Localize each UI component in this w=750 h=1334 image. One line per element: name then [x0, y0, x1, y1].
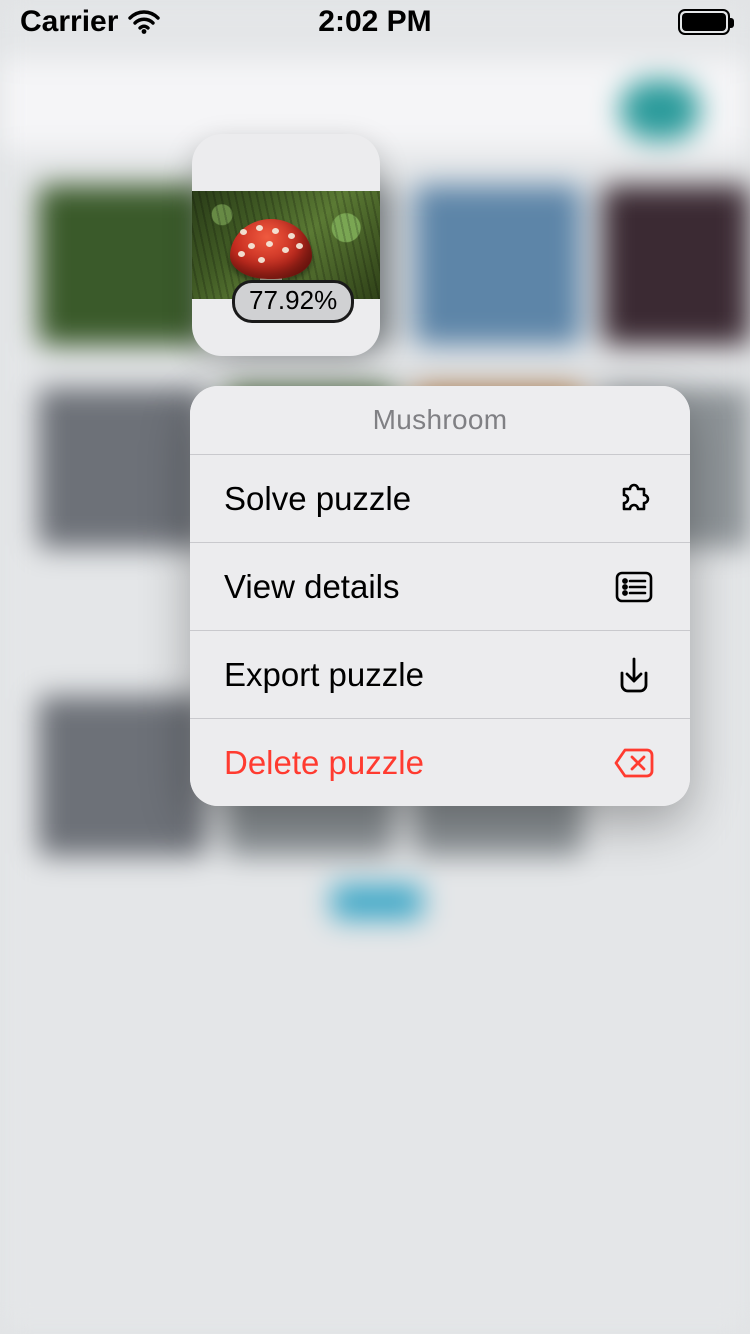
clock: 2:02 PM: [0, 5, 750, 39]
menu-item-label: Solve puzzle: [224, 480, 411, 518]
menu-title: Mushroom: [190, 386, 690, 454]
menu-item-label: Delete puzzle: [224, 744, 424, 782]
puzzle-preview-card[interactable]: 77.92%: [192, 134, 380, 356]
context-menu: Mushroom Solve puzzle View details Expor…: [190, 386, 690, 806]
menu-item-details[interactable]: View details: [190, 542, 690, 630]
menu-item-delete[interactable]: Delete puzzle: [190, 718, 690, 806]
delete-backspace-icon: [612, 741, 656, 785]
menu-item-solve[interactable]: Solve puzzle: [190, 454, 690, 542]
puzzle-piece-icon: [612, 477, 656, 521]
list-details-icon: [612, 565, 656, 609]
menu-item-export[interactable]: Export puzzle: [190, 630, 690, 718]
menu-item-label: Export puzzle: [224, 656, 424, 694]
battery-icon: [678, 9, 730, 35]
status-bar: Carrier 2:02 PM: [0, 0, 750, 44]
menu-item-label: View details: [224, 568, 400, 606]
download-icon: [612, 653, 656, 697]
progress-badge: 77.92%: [232, 280, 354, 323]
